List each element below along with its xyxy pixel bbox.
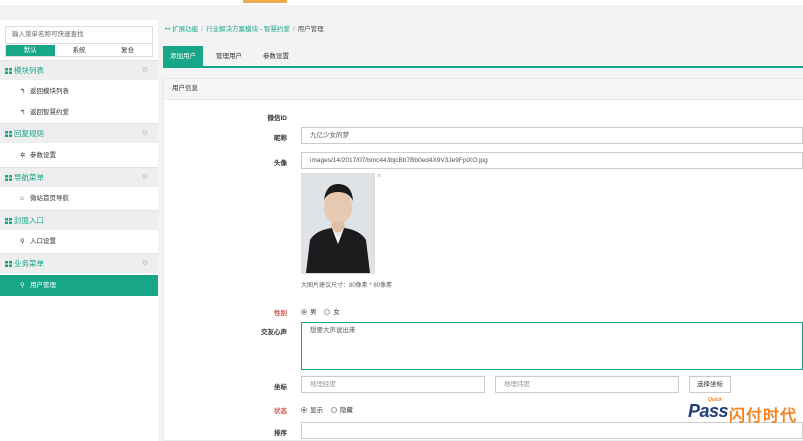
- grid-icon: [5, 68, 12, 74]
- sidebar-item-params[interactable]: ✲ 参数设置: [0, 145, 158, 166]
- status-option-show[interactable]: 显示: [301, 407, 323, 414]
- section-title: 模块列表: [14, 66, 44, 75]
- logo-pass-text: Pass: [688, 401, 729, 421]
- radio-icon: [330, 407, 337, 413]
- tab-add-user[interactable]: 添加用户: [163, 46, 203, 68]
- gear-icon[interactable]: ⚙: [142, 61, 148, 81]
- sidebar-item-label: 返回智慧约爱: [30, 109, 69, 116]
- section-title: 回复规则: [14, 129, 44, 138]
- sidebar-item-back-app[interactable]: ↰ 返回智慧约爱: [0, 102, 158, 123]
- top-accent-bar: [243, 0, 287, 3]
- status-radio-group: 显示 隐藏: [301, 404, 359, 414]
- sidebar-item-label: 参数设置: [30, 152, 56, 159]
- sidebar-item-site-home-nav[interactable]: ⌂ 微站首页导航: [0, 188, 158, 209]
- motto-textarea[interactable]: 想要大声说出来: [301, 322, 803, 370]
- section-reply-rules[interactable]: 回复规则 ⚙: [0, 123, 158, 143]
- sidebar-item-label: 微站首页导航: [30, 195, 69, 202]
- section-nav-menu[interactable]: 导航菜单 ⚙: [0, 167, 158, 187]
- section-cover-entry[interactable]: 封面入口: [0, 210, 158, 230]
- sort-input[interactable]: [301, 422, 803, 439]
- panel-title: 用户信息: [164, 79, 803, 100]
- remove-image-icon[interactable]: ×: [377, 173, 381, 180]
- mode-tab-default[interactable]: 默认: [6, 45, 55, 56]
- gender-option-female[interactable]: 女: [324, 309, 340, 316]
- radio-icon: [301, 309, 307, 315]
- watermark-logo: Pass Quick 闪付时代: [688, 397, 803, 425]
- grid-icon: [5, 218, 12, 224]
- avatar-path-input[interactable]: images/14/2017/07/bmc443bjcBb7Bb0ed4X9V3…: [301, 152, 803, 169]
- breadcrumb-item[interactable]: 行业解决方案模块 - 智慧约爱: [206, 26, 290, 33]
- status-option-hide[interactable]: 隐藏: [330, 407, 353, 414]
- back-arrow-icon: ↰: [20, 109, 26, 116]
- nickname-input[interactable]: 九亿少女的梦: [301, 127, 803, 144]
- mode-tabs: 默认 系统 复合: [5, 45, 153, 57]
- logo-chinese-text: 闪付时代: [729, 406, 798, 425]
- mode-tab-system[interactable]: 系统: [55, 45, 104, 56]
- sidebar-item-label: 返回模块列表: [30, 88, 69, 95]
- select-coords-button[interactable]: 选择坐标: [689, 376, 731, 393]
- gear-icon[interactable]: ⚙: [142, 124, 148, 144]
- motto-label: 交友心声: [261, 329, 287, 336]
- gender-radio-group: 男 女: [301, 306, 346, 316]
- main-content: ⚯ 扩展功能 / 行业解决方案模块 - 智慧约爱 / 用户管理 添加用户 管理用户 参数…: [163, 20, 803, 441]
- sidebar-item-label: 用户管理: [30, 282, 56, 289]
- coords-label: 坐标: [274, 384, 287, 391]
- logo-quick-text: Quick: [708, 397, 722, 403]
- status-label: 状态: [274, 408, 287, 415]
- radio-label: 女: [333, 309, 340, 316]
- top-strip: [0, 0, 803, 5]
- mode-tab-composite[interactable]: 复合: [103, 45, 152, 56]
- gender-option-male[interactable]: 男: [301, 309, 317, 316]
- sidebar-item-user-management[interactable]: ⚲ 用户管理: [0, 275, 158, 296]
- radio-icon: [301, 407, 307, 413]
- longitude-input[interactable]: 地理经度: [301, 376, 485, 393]
- section-module-list[interactable]: 模块列表 ⚙: [0, 60, 158, 80]
- gear-icon[interactable]: ⚙: [142, 254, 148, 274]
- sidebar: 输入菜单名称可快速查找 默认 系统 复合 模块列表 ⚙ ↰ 返回模块列表 ↰ 返回智…: [0, 20, 158, 441]
- home-icon: ⌂: [20, 195, 24, 202]
- latitude-input[interactable]: 地理纬度: [495, 376, 679, 393]
- sort-label: 排序: [274, 430, 287, 437]
- radio-label: 隐藏: [339, 407, 353, 414]
- section-title: 业务菜单: [14, 259, 44, 268]
- breadcrumb-separator: /: [292, 26, 295, 33]
- tab-bar: 添加用户 管理用户 参数设置: [163, 46, 803, 68]
- breadcrumb-item[interactable]: 扩展功能: [172, 26, 198, 33]
- portrait-image: [302, 174, 374, 273]
- section-title: 封面入口: [14, 216, 44, 225]
- sidebar-item-label: 入口设置: [30, 238, 56, 245]
- avatar-preview-image: [301, 173, 375, 274]
- breadcrumb: ⚯ 扩展功能 / 行业解决方案模块 - 智慧约爱 / 用户管理: [163, 20, 803, 42]
- avatar-size-hint: 大图片建议尺寸：80像素 * 80像素: [301, 283, 393, 289]
- radio-icon: [324, 309, 331, 315]
- breadcrumb-separator: /: [201, 26, 204, 33]
- tab-parameter-settings[interactable]: 参数设置: [255, 46, 297, 68]
- grid-icon: [5, 261, 12, 267]
- nickname-label: 昵称: [274, 135, 287, 142]
- breadcrumb-current: 用户管理: [297, 26, 324, 33]
- user-icon: ⚲: [20, 282, 25, 289]
- tab-manage-users[interactable]: 管理用户: [209, 46, 249, 68]
- share-icon: ⚲: [20, 238, 25, 245]
- sidebar-item-entry-settings[interactable]: ⚲ 入口设置: [0, 231, 158, 252]
- radio-label: 显示: [310, 407, 323, 414]
- menu-search-input[interactable]: 输入菜单名称可快速查找: [5, 26, 153, 44]
- grid-icon: [5, 131, 12, 137]
- wechat-id-label: 微信ID: [267, 115, 288, 122]
- gear-icon[interactable]: ⚙: [142, 168, 148, 188]
- gender-label: 性别: [274, 310, 287, 317]
- sidebar-item-back-modules[interactable]: ↰ 返回模块列表: [0, 81, 158, 102]
- section-title: 导航菜单: [14, 173, 44, 182]
- radio-label: 男: [310, 309, 317, 316]
- section-business-menu[interactable]: 业务菜单 ⚙: [0, 253, 158, 273]
- settings-icon: ✲: [20, 152, 26, 159]
- grid-icon: [5, 175, 12, 181]
- back-arrow-icon: ↰: [20, 88, 26, 95]
- avatar-label: 头像: [274, 160, 287, 167]
